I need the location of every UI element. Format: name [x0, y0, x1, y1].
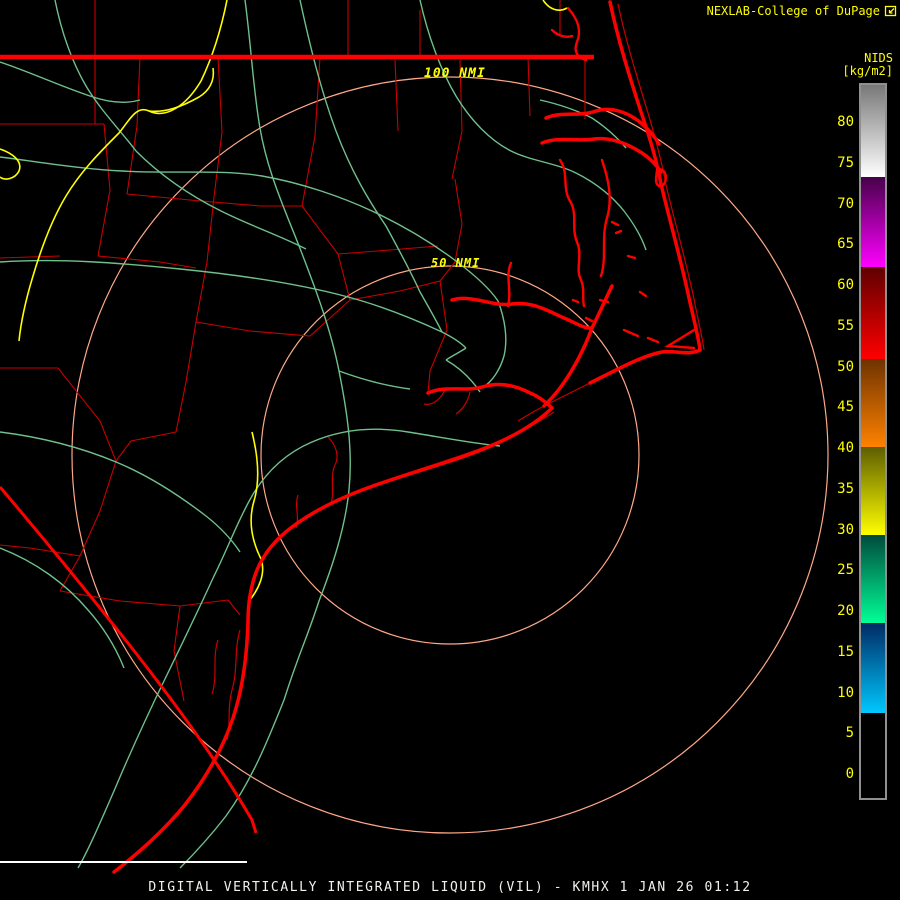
colorbar-segment-black: [861, 713, 885, 798]
outer-banks-south: [659, 182, 702, 352]
footer-divider: [0, 861, 247, 863]
radar-viewport: NEXLAB-College of DuPage NIDS [kg/m2] 80…: [0, 0, 900, 900]
colorbar-tick-0: 0: [845, 766, 854, 782]
colorbar-tick-80: 80: [837, 114, 854, 130]
colorbar-tick-30: 30: [837, 521, 854, 538]
colorbar-tick-40: 40: [837, 440, 854, 456]
radar-map: [0, 0, 829, 874]
state-border-layer: [0, 54, 594, 834]
colorbar-tick-5: 5: [845, 725, 854, 742]
colorbar-tick-45: 45: [837, 399, 854, 416]
colorbar-tick-35: 35: [837, 480, 854, 497]
colorbar-tick-55: 55: [837, 317, 854, 334]
colorbar-tick-20: 20: [837, 603, 854, 619]
colorbar-tick-70: 70: [837, 195, 854, 212]
product-title: DIGITAL VERTICALLY INTEGRATED LIQUID (VI…: [148, 880, 752, 895]
colorbar-segment-orange: [861, 359, 885, 447]
neuse-river: [426, 382, 554, 410]
outer-banks-north: [608, 0, 663, 186]
cape-lookout: [588, 348, 702, 385]
colorbar-tick-15: 15: [837, 643, 854, 660]
colorbar-segment-yellow: [861, 447, 885, 535]
colorbar-tick-75: 75: [837, 154, 854, 171]
range-ring-label-50: 50 NMI: [431, 256, 481, 270]
colorbar-tick-65: 65: [837, 236, 854, 253]
colorbar-tick-25: 25: [837, 562, 854, 579]
colorbar-segment-green: [861, 535, 885, 623]
colorbar-tick-50: 50: [837, 358, 854, 375]
colorbar-segment-purple: [861, 177, 885, 267]
colorbar-tick-10: 10: [837, 684, 854, 701]
colorbar-title: NIDS: [864, 51, 893, 65]
range-ring-label-100: 100 NMI: [424, 66, 486, 81]
resize-corner-icon: [884, 5, 897, 17]
nc-sc-border: [0, 486, 258, 834]
range-ring-50nmi: [260, 265, 640, 645]
colorbar-segment-blue: [861, 623, 885, 713]
colorbar: [859, 83, 887, 800]
cape-fear-coast: [112, 620, 250, 874]
pamlico-river: [450, 296, 594, 330]
colorbar-tick-60: 60: [837, 277, 854, 293]
roads-green-layer: [0, 0, 647, 869]
colorbar-labels: 80 75 70 65 60 55 50 45 40 35 30 25 20 15 10 5 0: [796, 0, 854, 900]
colorbar-segment-gray: [861, 85, 885, 177]
colorbar-segment-red: [861, 267, 885, 359]
crystal-coast: [246, 406, 554, 624]
pamlico-sound-shore: [542, 284, 614, 408]
